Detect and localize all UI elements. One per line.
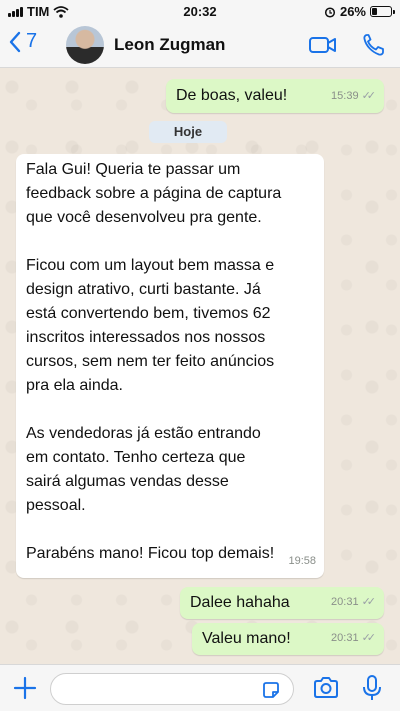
read-ticks-icon: ✓✓	[361, 632, 377, 644]
message-incoming[interactable]: Fala Gui! Queria te passar um feedback s…	[16, 154, 324, 578]
chevron-left-icon	[9, 31, 21, 52]
status-bar: TIM 20:32 26%	[0, 0, 400, 22]
read-ticks-icon: ✓✓	[361, 90, 377, 102]
message-text: Fala Gui! Queria te passar um feedback s…	[26, 161, 282, 562]
video-call-icon[interactable]	[308, 32, 338, 58]
unread-count: 7	[26, 30, 38, 52]
status-right: 26%	[324, 4, 395, 19]
message-time: 20:31	[331, 632, 359, 644]
plus-icon[interactable]	[12, 675, 38, 701]
read-ticks-icon: ✓✓	[361, 596, 377, 608]
alarm-icon	[324, 6, 336, 18]
battery-percent: 26%	[339, 4, 366, 19]
message-outgoing[interactable]: Dalee hahaha 20:31 ✓✓	[180, 587, 384, 619]
avatar[interactable]	[66, 26, 104, 64]
composer-bar	[0, 664, 400, 711]
message-meta: 20:31 ✓✓	[331, 590, 376, 614]
microphone-icon[interactable]	[362, 674, 382, 702]
message-meta: 20:31 ✓✓	[331, 626, 376, 650]
message-input[interactable]	[51, 674, 251, 704]
message-time: 19:58	[288, 555, 316, 567]
message-time: 20:31	[331, 596, 359, 608]
message-input-wrapper[interactable]	[50, 673, 294, 705]
chat-area[interactable]: De boas, valeu! 15:39 ✓✓ Hoje Fala Gui! …	[0, 69, 400, 664]
message-time: 15:39	[331, 90, 359, 102]
contact-name[interactable]: Leon Zugman	[114, 35, 225, 55]
sticker-icon[interactable]	[261, 680, 281, 700]
date-divider: Hoje	[149, 121, 227, 143]
message-meta: 15:39 ✓✓	[331, 84, 376, 108]
message-outgoing[interactable]: De boas, valeu! 15:39 ✓✓	[166, 79, 384, 113]
message-meta: 19:58	[288, 549, 316, 573]
camera-icon[interactable]	[312, 675, 340, 701]
message-outgoing[interactable]: Valeu mano! 20:31 ✓✓	[192, 623, 384, 655]
back-button[interactable]: 7	[8, 30, 37, 53]
chat-header: 7 Leon Zugman	[0, 22, 400, 68]
phone-icon[interactable]	[362, 32, 386, 58]
battery-icon	[370, 6, 395, 17]
